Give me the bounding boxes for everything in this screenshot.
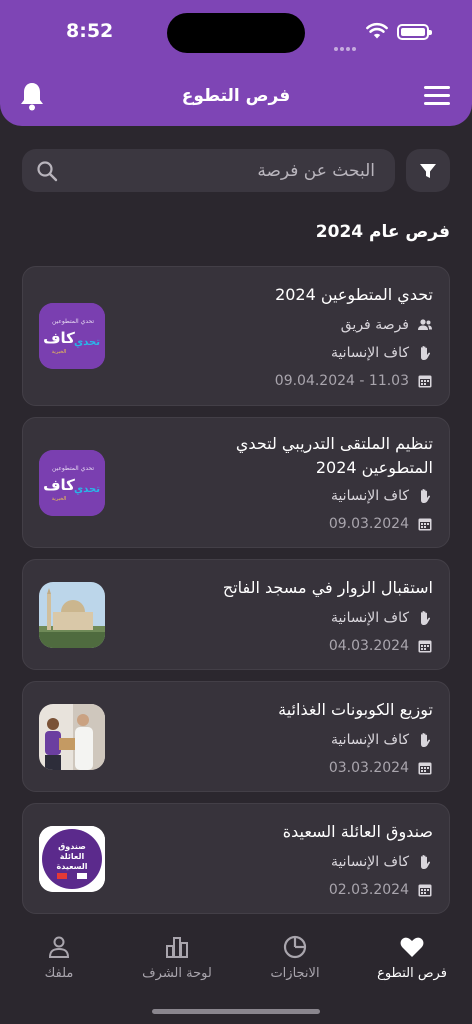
logo-sub-text: الخيرية	[52, 496, 66, 502]
nav-label: الانجازات	[270, 966, 320, 981]
mosque-photo-thumbnail	[39, 582, 105, 648]
nav-label: فرص التطوع	[377, 966, 447, 981]
card-org: كاف الإنسانية	[331, 608, 433, 628]
card-org-label: كاف الإنسانية	[330, 732, 409, 748]
card-type: فرصة فريق	[341, 315, 433, 335]
mosque-photo	[39, 582, 105, 648]
kaaf-logo-thumbnail: تحدي المتطوعين كاف تحدي الخيرية	[39, 450, 105, 516]
calendar-icon	[418, 640, 432, 653]
opportunity-card[interactable]: تحدي المتطوعين كاف تحدي الخيرية تنظيم ال…	[22, 417, 450, 548]
home-indicator[interactable]	[152, 1009, 320, 1014]
pie-chart-icon	[283, 935, 307, 959]
nav-label: ملفك	[44, 966, 74, 981]
card-date-label: 03.03.2024	[328, 760, 409, 776]
card-title: تنظيم الملتقى التدريبي لتحدي المتطوعين 2…	[235, 434, 433, 477]
card-date-label: 11.03 - 09.04.2024	[274, 373, 409, 389]
card-date: 03.03.2024	[329, 758, 433, 778]
battery-icon	[397, 24, 432, 40]
box-text-line1: صندوق	[58, 842, 86, 851]
card-title: تحدي المتطوعين 2024	[275, 285, 433, 304]
card-org: كاف الإنسانية	[331, 852, 433, 872]
section-title: فرص عام 2024	[315, 222, 450, 242]
card-date: 04.03.2024	[329, 636, 433, 656]
card-org: كاف الإنسانية	[331, 486, 433, 506]
card-date-label: 04.03.2024	[328, 638, 409, 654]
filter-button[interactable]	[406, 149, 450, 192]
card-org-label: كاف الإنسانية	[330, 345, 409, 361]
card-org-label: كاف الإنسانية	[330, 610, 409, 626]
logo-tahadi-text: تحدي	[74, 484, 100, 495]
happy-family-box-logo: صندوق العائلة السعيدة	[39, 826, 105, 892]
kaaf-logo: تحدي المتطوعين كاف تحدي الخيرية	[39, 303, 105, 369]
team-icon	[418, 319, 432, 330]
box-text-line2: العائلة	[60, 852, 85, 861]
opportunity-card[interactable]: توزيع الكوبونات الغذائية كاف الإنسانية 0…	[22, 681, 450, 792]
logo-small-text: تحدي المتطوعين	[52, 465, 94, 472]
opportunity-card[interactable]: تحدي المتطوعين كاف تحدي الخيرية تحدي الم…	[22, 266, 450, 406]
card-date-label: 09.03.2024	[328, 516, 409, 532]
hand-icon	[421, 489, 431, 503]
wifi-icon	[366, 22, 388, 39]
hand-icon	[421, 611, 431, 625]
nav-profile[interactable]: ملفك	[4, 934, 114, 981]
opportunity-card[interactable]: استقبال الزوار في مسجد الفاتح كاف الإنسا…	[22, 559, 450, 670]
card-type-label: فرصة فريق	[340, 317, 409, 333]
card-org: كاف الإنسانية	[331, 343, 433, 363]
hand-icon	[421, 733, 431, 747]
logo-tahadi-text: تحدي	[74, 337, 100, 348]
nav-achievements[interactable]: الانجازات	[240, 934, 350, 981]
filter-icon	[420, 164, 436, 178]
card-title: استقبال الزوار في مسجد الفاتح	[222, 578, 433, 597]
signal-icon	[334, 36, 358, 51]
nav-label: لوحة الشرف	[142, 966, 212, 981]
nav-leaderboard[interactable]: لوحة الشرف	[122, 934, 232, 981]
calendar-icon	[418, 762, 432, 775]
dynamic-island	[167, 13, 305, 53]
heart-icon	[400, 937, 424, 957]
card-org-label: كاف الإنسانية	[330, 488, 409, 504]
happy-family-box-thumbnail: صندوق العائلة السعيدة	[39, 826, 105, 892]
delivery-photo	[39, 704, 105, 770]
calendar-icon	[418, 518, 432, 531]
hand-icon	[421, 346, 431, 360]
box-text-line3: السعيدة	[56, 862, 87, 871]
hand-icon	[421, 855, 431, 869]
status-time: 8:52	[66, 20, 114, 42]
card-date: 02.03.2024	[329, 880, 433, 900]
kaaf-logo: تحدي المتطوعين كاف تحدي الخيرية	[39, 450, 105, 516]
card-title: توزيع الكوبونات الغذائية	[278, 700, 433, 719]
calendar-icon	[418, 884, 432, 897]
kaaf-logo-thumbnail: تحدي المتطوعين كاف تحدي الخيرية	[39, 303, 105, 369]
page-title: فرص التطوع	[181, 86, 291, 106]
card-org-label: كاف الإنسانية	[330, 854, 409, 870]
search-icon[interactable]	[36, 160, 58, 182]
search-bar	[22, 149, 395, 192]
hamburger-menu-icon[interactable]	[424, 86, 450, 108]
logo-kaaf-text: كاف	[43, 329, 75, 347]
opportunity-card[interactable]: صندوق العائلة السعيدة صندوق العائلة السع…	[22, 803, 450, 914]
logo-kaaf-text: كاف	[43, 476, 75, 494]
card-title: صندوق العائلة السعيدة	[282, 822, 433, 841]
card-date-label: 02.03.2024	[328, 882, 409, 898]
logo-small-text: تحدي المتطوعين	[52, 318, 94, 325]
delivery-photo-thumbnail	[39, 704, 105, 770]
search-input[interactable]	[75, 149, 375, 192]
app-header: 8:52 فرص التطوع	[0, 0, 472, 126]
logo-sub-text: الخيرية	[52, 349, 66, 355]
leaderboard-icon	[166, 937, 188, 958]
card-org: كاف الإنسانية	[331, 730, 433, 750]
user-icon	[48, 936, 70, 958]
card-date: 09.03.2024	[329, 514, 433, 534]
calendar-icon	[418, 375, 432, 388]
nav-volunteer-opportunities[interactable]: فرص التطوع	[357, 934, 467, 981]
card-date: 11.03 - 09.04.2024	[275, 371, 433, 391]
